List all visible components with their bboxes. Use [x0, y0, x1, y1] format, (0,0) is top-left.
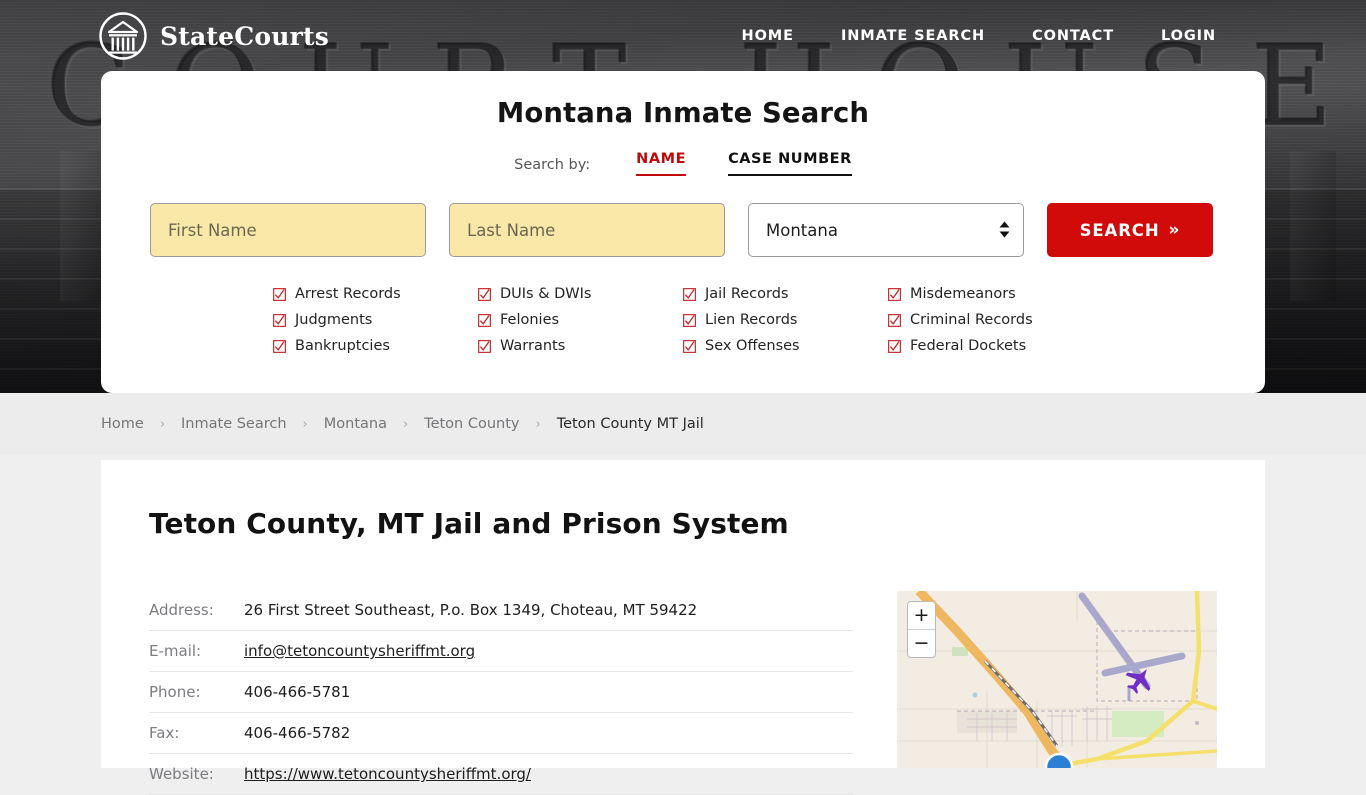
tab-search-by-case-number[interactable]: CASE NUMBER	[728, 151, 852, 176]
checked-checkbox-icon	[478, 287, 491, 301]
checked-checkbox-icon	[478, 339, 491, 353]
record-type-label: Warrants	[500, 338, 566, 354]
first-name-input[interactable]	[150, 203, 426, 257]
tab-search-by-name[interactable]: NAME	[636, 151, 687, 176]
location-marker-icon	[1044, 752, 1074, 768]
record-type-label: Lien Records	[705, 312, 798, 328]
search-button[interactable]: SEARCH »	[1047, 203, 1213, 257]
brand-logo-link[interactable]: StateCourts	[98, 11, 329, 61]
nav-item-login[interactable]: LOGIN	[1161, 28, 1216, 44]
record-type-label: Arrest Records	[295, 286, 401, 302]
record-type-label: Jail Records	[705, 286, 789, 302]
breadcrumb-item-current: Teton County MT Jail	[556, 416, 704, 432]
checked-checkbox-icon	[683, 287, 696, 301]
map-zoom-out-button[interactable]: −	[908, 629, 935, 657]
breadcrumb-item-teton-county[interactable]: Teton County	[424, 416, 519, 432]
double-chevron-right-icon: »	[1168, 219, 1181, 240]
breadcrumb: Home › Inmate Search › Montana › Teton C…	[101, 416, 704, 432]
content-card: Teton County, MT Jail and Prison System …	[101, 460, 1265, 795]
record-type-item[interactable]: Lien Records	[683, 312, 888, 328]
breadcrumb-item-montana[interactable]: Montana	[324, 416, 387, 432]
nav-item-home[interactable]: HOME	[742, 28, 794, 44]
search-card-title: Montana Inmate Search	[496, 97, 870, 129]
breadcrumb-separator-icon: ›	[535, 416, 541, 432]
table-row: Address: 26 First Street Southeast, P.o.…	[149, 590, 853, 631]
record-type-item[interactable]: Felonies	[478, 312, 683, 328]
map-tiles	[897, 591, 1217, 768]
record-type-item[interactable]: Bankruptcies	[273, 338, 478, 354]
main-nav: HOME INMATE SEARCH CONTACT LOGIN	[742, 28, 1216, 44]
search-by-tabs: Search by: NAME CASE NUMBER	[101, 151, 1265, 176]
record-type-label: Federal Dockets	[910, 338, 1027, 354]
breadcrumb-separator-icon: ›	[402, 416, 409, 432]
detail-key: Fax:	[149, 712, 244, 754]
search-button-label: SEARCH	[1079, 220, 1160, 240]
record-type-item[interactable]: Arrest Records	[273, 286, 478, 302]
nav-item-contact[interactable]: CONTACT	[1032, 28, 1114, 44]
search-by-label: Search by:	[514, 157, 591, 173]
state-select-wrapper: Montana	[748, 203, 1024, 257]
nav-item-inmate-search[interactable]: INMATE SEARCH	[841, 28, 985, 44]
record-type-label: Criminal Records	[910, 312, 1033, 328]
record-type-item[interactable]: Judgments	[273, 312, 478, 328]
record-type-item[interactable]: Sex Offenses	[683, 338, 888, 354]
hero-pillar	[1290, 151, 1336, 301]
record-type-item[interactable]: Federal Dockets	[888, 338, 1093, 354]
courthouse-circle-icon	[99, 12, 147, 60]
breadcrumb-separator-icon: ›	[302, 416, 308, 432]
record-type-label: Misdemeanors	[910, 286, 1016, 302]
breadcrumb-bar: Home › Inmate Search › Montana › Teton C…	[0, 393, 1366, 455]
record-type-item[interactable]: Jail Records	[683, 286, 888, 302]
record-type-label: Sex Offenses	[705, 338, 800, 354]
breadcrumb-separator-icon: ›	[159, 416, 166, 432]
top-navigation-bar: StateCourts HOME INMATE SEARCH CONTACT L…	[0, 0, 1366, 72]
record-type-label: Bankruptcies	[295, 338, 390, 354]
state-select[interactable]: Montana	[748, 203, 1024, 257]
facility-details-table: Address: 26 First Street Southeast, P.o.…	[149, 590, 853, 795]
checked-checkbox-icon	[273, 287, 286, 301]
table-row: E-mail: info@tetoncountysheriffmt.org	[149, 630, 853, 672]
record-type-label: Judgments	[295, 312, 373, 328]
record-type-item[interactable]: Misdemeanors	[888, 286, 1093, 302]
record-type-item[interactable]: Criminal Records	[888, 312, 1093, 328]
checked-checkbox-icon	[273, 339, 286, 353]
page-title: Teton County, MT Jail and Prison System	[149, 507, 789, 540]
record-type-label: Felonies	[500, 312, 560, 328]
location-map[interactable]: + −	[897, 591, 1217, 768]
table-row: Phone: 406-466-5781	[149, 671, 853, 713]
detail-key: Phone:	[149, 671, 244, 713]
detail-value-phone: 406-466-5781	[244, 671, 853, 713]
hero-banner: COURT HOUSE StateCourts HOME INMATE SEAR…	[0, 0, 1366, 393]
checked-checkbox-icon	[478, 313, 491, 327]
breadcrumb-item-home[interactable]: Home	[101, 416, 144, 432]
table-row: Website: https://www.tetoncountysheriffm…	[149, 753, 853, 795]
detail-value-email-link[interactable]: info@tetoncountysheriffmt.org	[244, 642, 475, 660]
hero-pillar	[60, 151, 106, 301]
table-row: Fax: 406-466-5782	[149, 712, 853, 754]
detail-key: E-mail:	[149, 630, 244, 672]
inmate-search-card: Montana Inmate Search Search by: NAME CA…	[101, 71, 1265, 393]
brand-name: StateCourts	[160, 21, 329, 51]
detail-value-fax: 406-466-5782	[244, 712, 853, 754]
map-zoom-controls: + −	[907, 601, 936, 658]
checked-checkbox-icon	[888, 313, 901, 327]
detail-key: Address:	[149, 590, 244, 631]
map-zoom-in-button[interactable]: +	[908, 602, 935, 629]
search-form: Montana SEARCH »	[101, 203, 1265, 257]
checked-checkbox-icon	[273, 313, 286, 327]
record-type-item[interactable]: Warrants	[478, 338, 683, 354]
checked-checkbox-icon	[888, 339, 901, 353]
record-types-list: Arrest Records DUIs & DWIs Jail Records	[101, 286, 1265, 354]
breadcrumb-item-inmate-search[interactable]: Inmate Search	[181, 416, 287, 432]
detail-key: Website:	[149, 753, 244, 795]
last-name-input[interactable]	[449, 203, 725, 257]
checked-checkbox-icon	[683, 313, 696, 327]
detail-value-address: 26 First Street Southeast, P.o. Box 1349…	[244, 590, 853, 631]
record-type-label: DUIs & DWIs	[500, 286, 592, 302]
record-type-item[interactable]: DUIs & DWIs	[478, 286, 683, 302]
checked-checkbox-icon	[888, 287, 901, 301]
checked-checkbox-icon	[683, 339, 696, 353]
